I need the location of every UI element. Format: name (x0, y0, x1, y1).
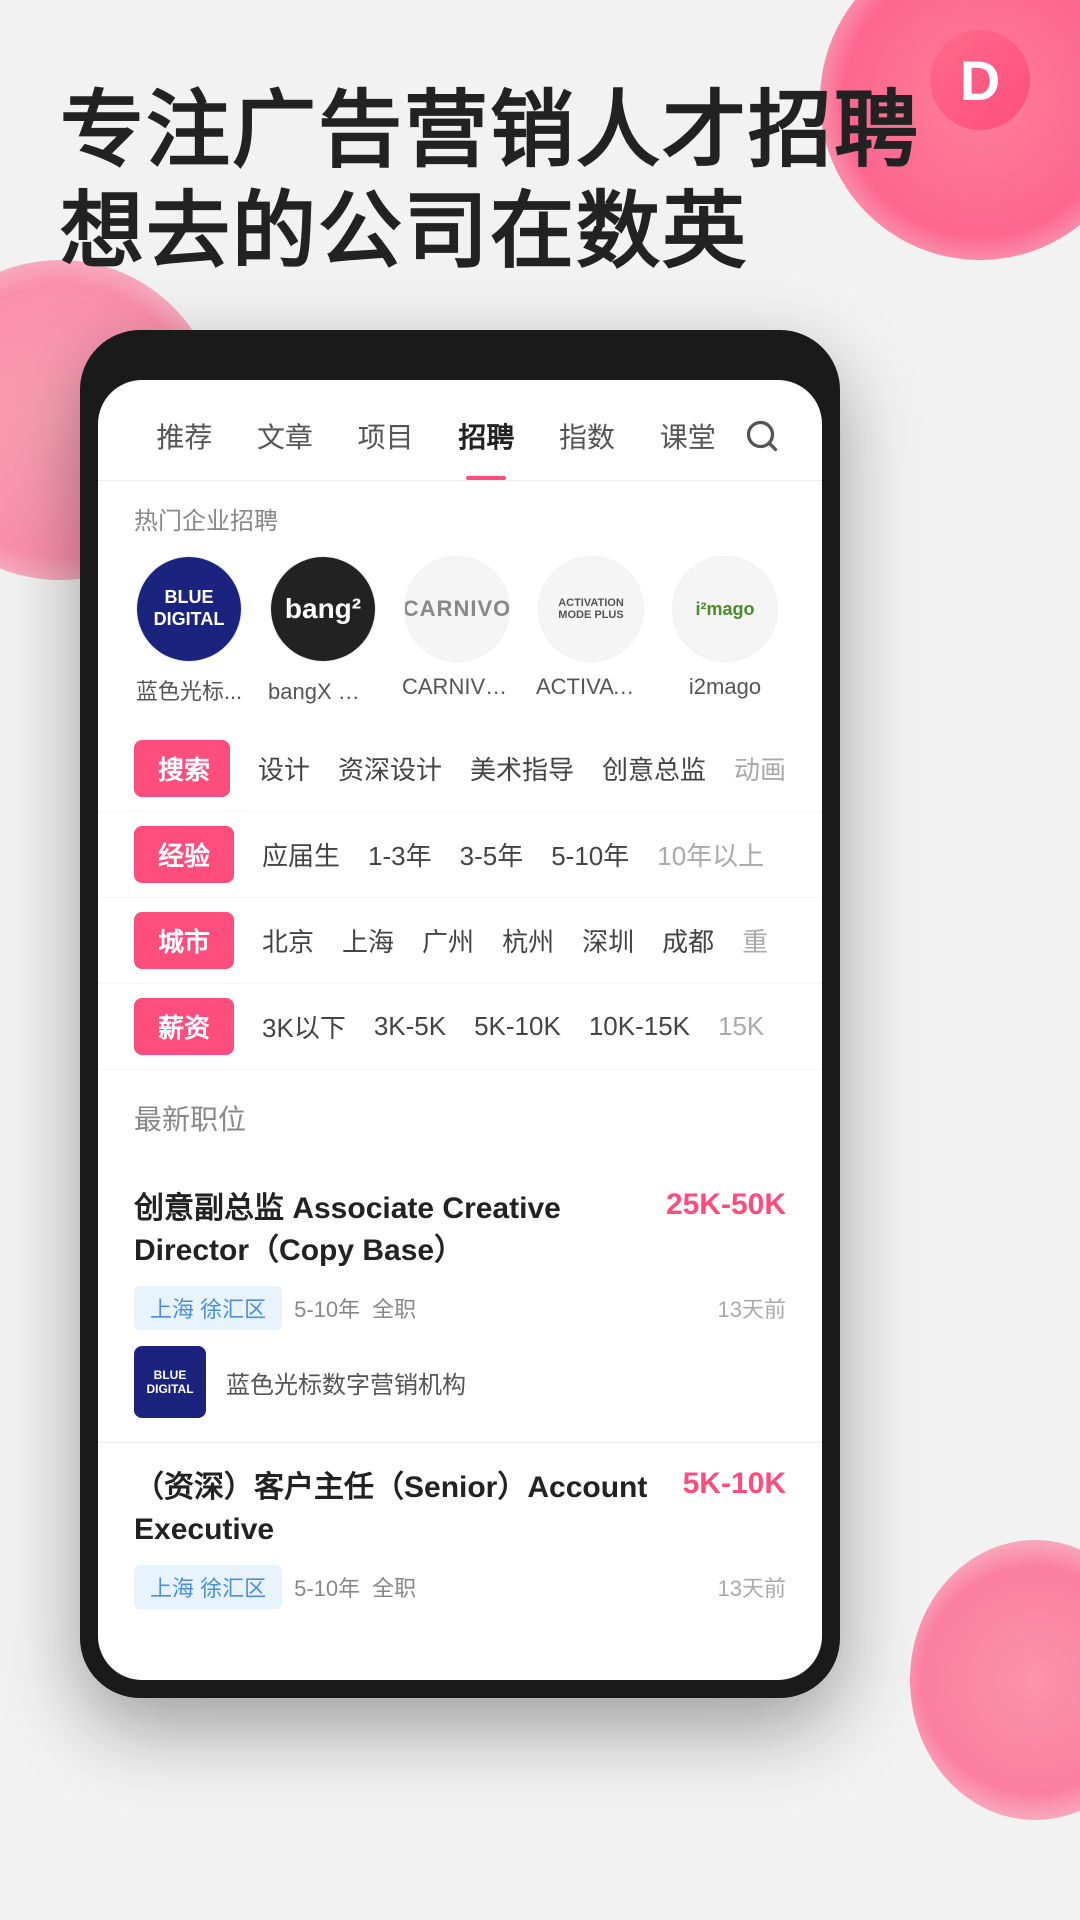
filter-option-shenzhen[interactable]: 深圳 (582, 922, 634, 959)
bg-decoration-bottom-right (910, 1540, 1080, 1820)
filter-option-15k[interactable]: 15K (718, 1011, 764, 1042)
job-type-1: 全职 (372, 1292, 416, 1324)
company-logo-blue-digital: BLUEDIGITAL (137, 557, 241, 661)
filter-tag-salary[interactable]: 薪资 (134, 998, 234, 1055)
job-title-1: 创意副总监 Associate Creative Director（Copy B… (134, 1188, 666, 1272)
phone-screen: 推荐 文章 项目 招聘 指数 课堂 热门企业招聘 (98, 380, 822, 1680)
hot-companies-label: 热门企业招聘 (98, 481, 822, 546)
filter-option-hangzhou[interactable]: 杭州 (502, 922, 554, 959)
company-name-carnivo: CARNIVO... (402, 674, 512, 700)
company-item-bangx[interactable]: bang² bangX 上海 (268, 556, 378, 706)
filter-option-design[interactable]: 设计 (258, 750, 310, 787)
company-item-carnivo[interactable]: CARNIVO CARNIVO... (402, 556, 512, 706)
nav-item-article[interactable]: 文章 (235, 408, 336, 464)
search-icon[interactable] (738, 412, 786, 460)
company-item-activation[interactable]: ACTIVATIONMODE PLUS ACTIVATIO... (536, 556, 646, 706)
filter-option-more-city[interactable]: 重 (742, 922, 768, 959)
company-name-bangx: bangX 上海 (268, 674, 378, 706)
filter-option-3-5[interactable]: 3-5年 (460, 836, 524, 873)
app-logo[interactable]: D (930, 30, 1030, 130)
filter-row-search: 搜索 设计 资深设计 美术指导 创意总监 动画 (98, 726, 822, 812)
job-card-1[interactable]: 创意副总监 Associate Creative Director（Copy B… (98, 1164, 822, 1443)
job-card-2[interactable]: （资深）客户主任（Senior）Account Executive 5K-10K… (98, 1443, 822, 1649)
filter-tag-search[interactable]: 搜索 (134, 740, 230, 797)
hero-section: 专注广告营销人才招聘 想去的公司在数英 (60, 80, 920, 282)
filter-tag-experience[interactable]: 经验 (134, 826, 234, 883)
filter-option-guangzhou[interactable]: 广州 (422, 922, 474, 959)
hero-line1: 专注广告营销人才招聘 (60, 83, 920, 177)
filter-option-10k-15k[interactable]: 10K-15K (589, 1011, 690, 1042)
nav-item-courses[interactable]: 课堂 (637, 408, 738, 464)
filter-row-salary: 薪资 3K以下 3K-5K 5K-10K 10K-15K 15K (98, 984, 822, 1070)
filter-option-5k-10k[interactable]: 5K-10K (474, 1011, 561, 1042)
latest-jobs-section: 最新职位 (98, 1078, 822, 1164)
job-company-logo-1: BLUEDIGITAL (134, 1346, 206, 1418)
nav-item-project[interactable]: 项目 (335, 408, 436, 464)
filter-option-art-director[interactable]: 美术指导 (470, 750, 574, 787)
filter-option-beijing[interactable]: 北京 (262, 922, 314, 959)
company-logo-activation: ACTIVATIONMODE PLUS (539, 557, 643, 661)
filter-option-senior-design[interactable]: 资深设计 (338, 750, 442, 787)
job-title-2: （资深）客户主任（Senior）Account Executive (134, 1467, 683, 1551)
job-salary-2: 5K-10K (683, 1467, 786, 1501)
filter-option-3k-5k[interactable]: 3K-5K (374, 1011, 446, 1042)
hero-line2: 想去的公司在数英 (60, 184, 748, 278)
filter-option-creative-director[interactable]: 创意总监 (602, 750, 706, 787)
job-tags-2: 上海 徐汇区 5-10年 全职 13天前 (134, 1565, 786, 1609)
phone-mockup: 推荐 文章 项目 招聘 指数 课堂 热门企业招聘 (80, 330, 840, 1698)
filter-row-city: 城市 北京 上海 广州 杭州 深圳 成都 重 (98, 898, 822, 984)
job-location-1: 上海 徐汇区 (134, 1286, 282, 1330)
company-logo-carnivo: CARNIVO (405, 557, 509, 661)
nav-item-index[interactable]: 指数 (537, 408, 638, 464)
nav-item-recommend[interactable]: 推荐 (134, 408, 235, 464)
job-company-1: BLUEDIGITAL 蓝色光标数字营销机构 (134, 1346, 786, 1418)
job-location-2: 上海 徐汇区 (134, 1565, 282, 1609)
company-logo-bangx: bang² (271, 557, 375, 661)
job-tags-1: 上海 徐汇区 5-10年 全职 13天前 (134, 1286, 786, 1330)
filter-section: 搜索 设计 资深设计 美术指导 创意总监 动画 经验 应届生 1-3年 3-5年… (98, 726, 822, 1078)
latest-jobs-title: 最新职位 (134, 1098, 786, 1138)
filter-option-5-10[interactable]: 5-10年 (551, 836, 629, 873)
company-name-blue-digital: 蓝色光标... (136, 674, 242, 706)
job-time-2: 13天前 (718, 1571, 786, 1603)
job-experience-1: 5-10年 (294, 1292, 360, 1324)
companies-row: BLUEDIGITAL 蓝色光标... bang² bangX 上海 CARNI… (98, 546, 822, 726)
phone-notch (98, 348, 822, 378)
nav-item-jobs[interactable]: 招聘 (436, 408, 537, 464)
filter-option-fresh[interactable]: 应届生 (262, 836, 340, 873)
filter-option-shanghai[interactable]: 上海 (342, 922, 394, 959)
filter-option-animation[interactable]: 动画 (734, 750, 786, 787)
filter-tag-city[interactable]: 城市 (134, 912, 234, 969)
company-name-activation: ACTIVATIO... (536, 674, 646, 700)
company-name-i2mago: i2mago (689, 674, 761, 700)
job-company-name-1: 蓝色光标数字营销机构 (226, 1365, 466, 1400)
company-logo-i2mago: i²mago (673, 557, 777, 661)
filter-row-experience: 经验 应届生 1-3年 3-5年 5-10年 10年以上 (98, 812, 822, 898)
job-experience-2: 5-10年 (294, 1571, 360, 1603)
filter-option-10plus[interactable]: 10年以上 (657, 836, 764, 873)
filter-option-3k-below[interactable]: 3K以下 (262, 1008, 346, 1045)
company-item-blue-digital[interactable]: BLUEDIGITAL 蓝色光标... (134, 556, 244, 706)
job-type-2: 全职 (372, 1571, 416, 1603)
company-item-i2mago[interactable]: i²mago i2mago (670, 556, 780, 706)
job-time-1: 13天前 (718, 1292, 786, 1324)
filter-option-chengdu[interactable]: 成都 (662, 922, 714, 959)
filter-option-1-3[interactable]: 1-3年 (368, 836, 432, 873)
job-salary-1: 25K-50K (666, 1188, 786, 1222)
app-nav: 推荐 文章 项目 招聘 指数 课堂 (98, 380, 822, 481)
